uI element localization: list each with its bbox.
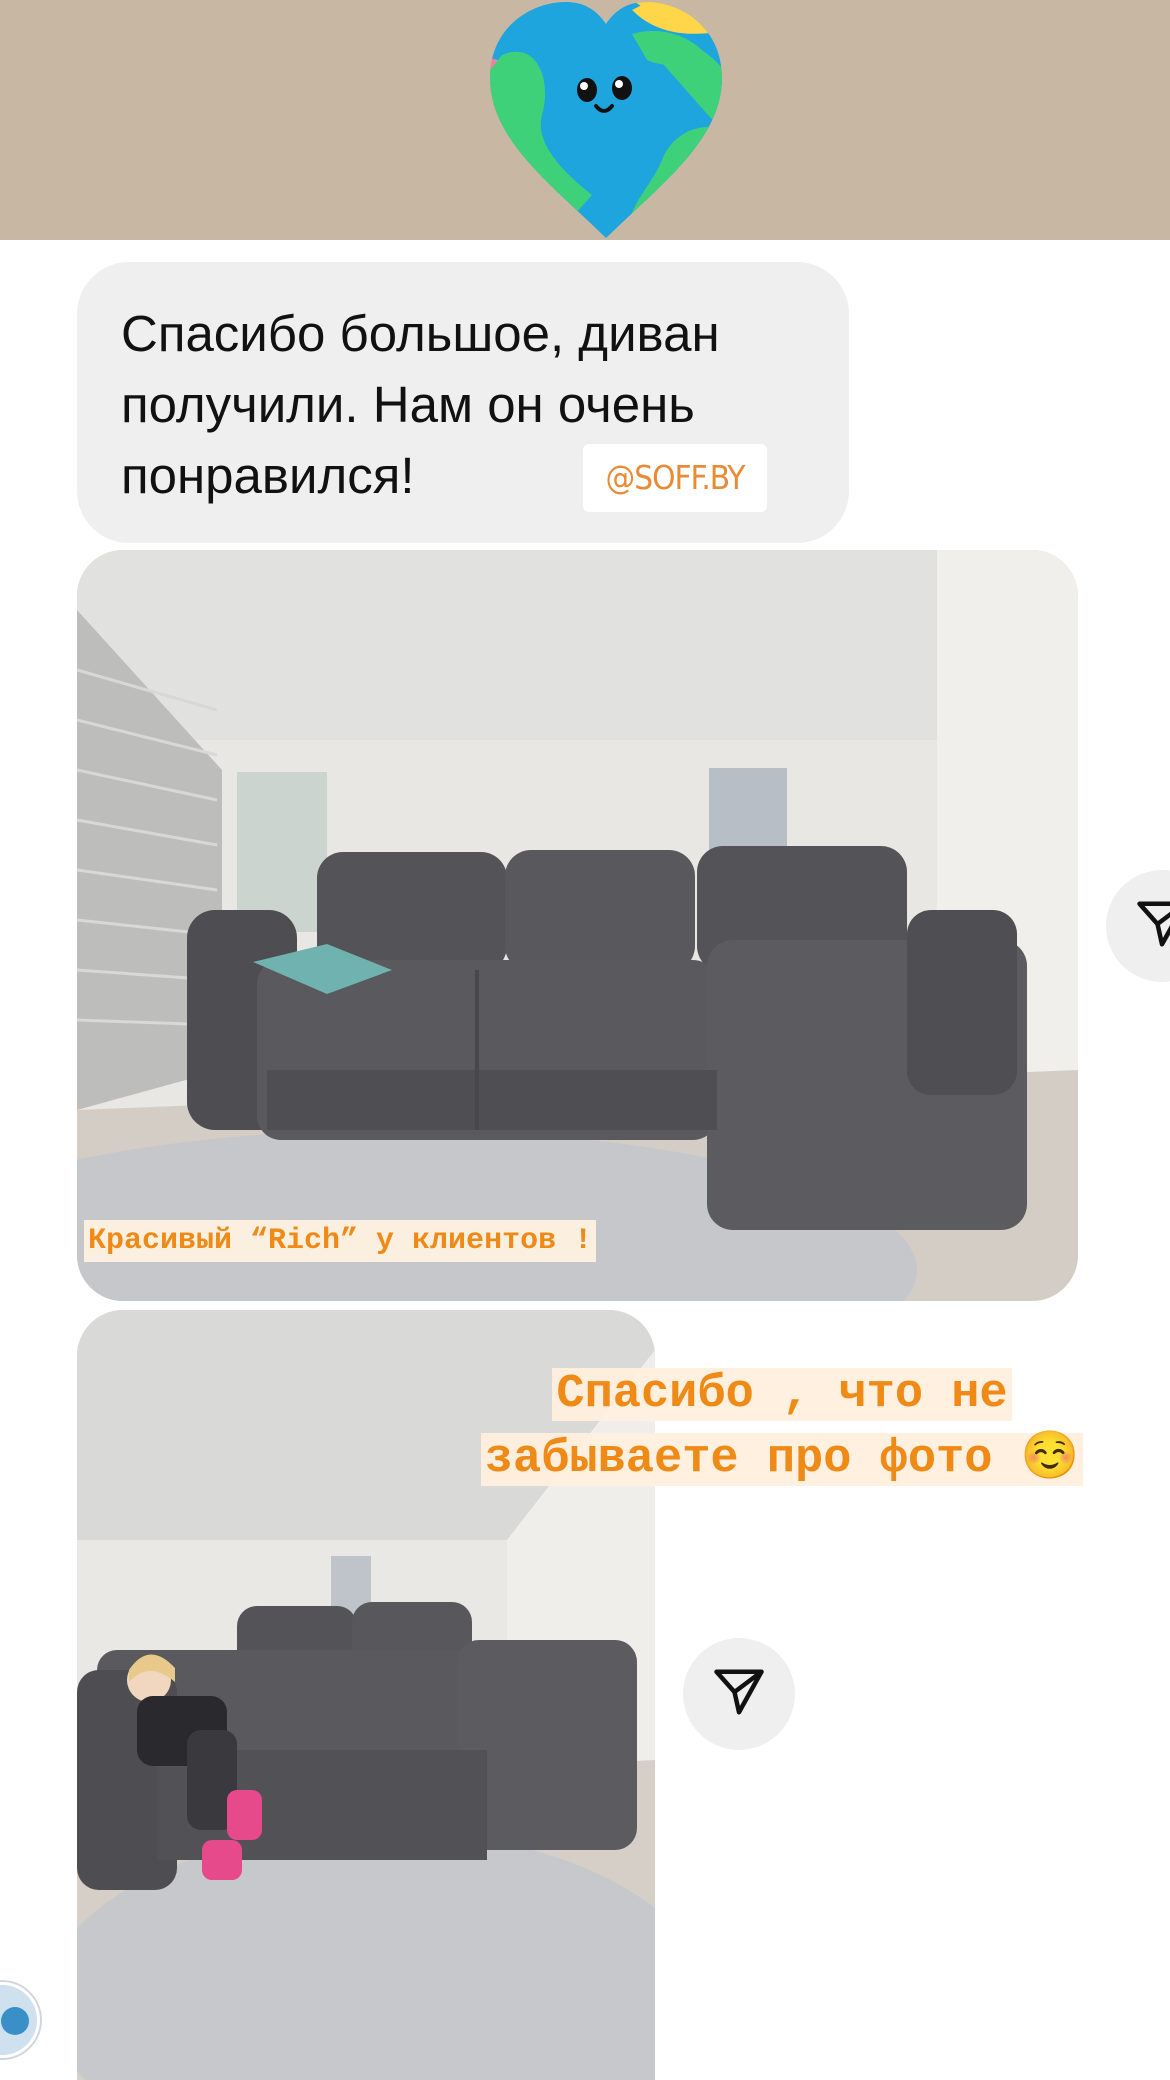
- sofa-photo-1[interactable]: [77, 550, 1078, 1301]
- photo-caption-1: Красивый “Rich” у клиентов !: [84, 1220, 597, 1262]
- share-button[interactable]: [1106, 870, 1170, 982]
- avatar[interactable]: [0, 1982, 40, 2058]
- photo-caption-2: Спасибо , что не забываете про фото ☺️: [428, 1362, 1136, 1492]
- message-bubble[interactable]: Спасибо большое, диван получили. Нам он …: [77, 262, 849, 543]
- earth-heart-sticker-icon: [482, 0, 730, 240]
- photo-caption-2-line-1: Спасибо , что не: [552, 1368, 1012, 1421]
- paper-plane-icon: [712, 1665, 766, 1724]
- paper-plane-icon: [1135, 897, 1170, 956]
- mention-tag[interactable]: @SOFF.BY: [583, 444, 767, 512]
- share-button[interactable]: [683, 1638, 795, 1750]
- photo-caption-2-line-2: забываете про фото ☺️: [480, 1433, 1084, 1486]
